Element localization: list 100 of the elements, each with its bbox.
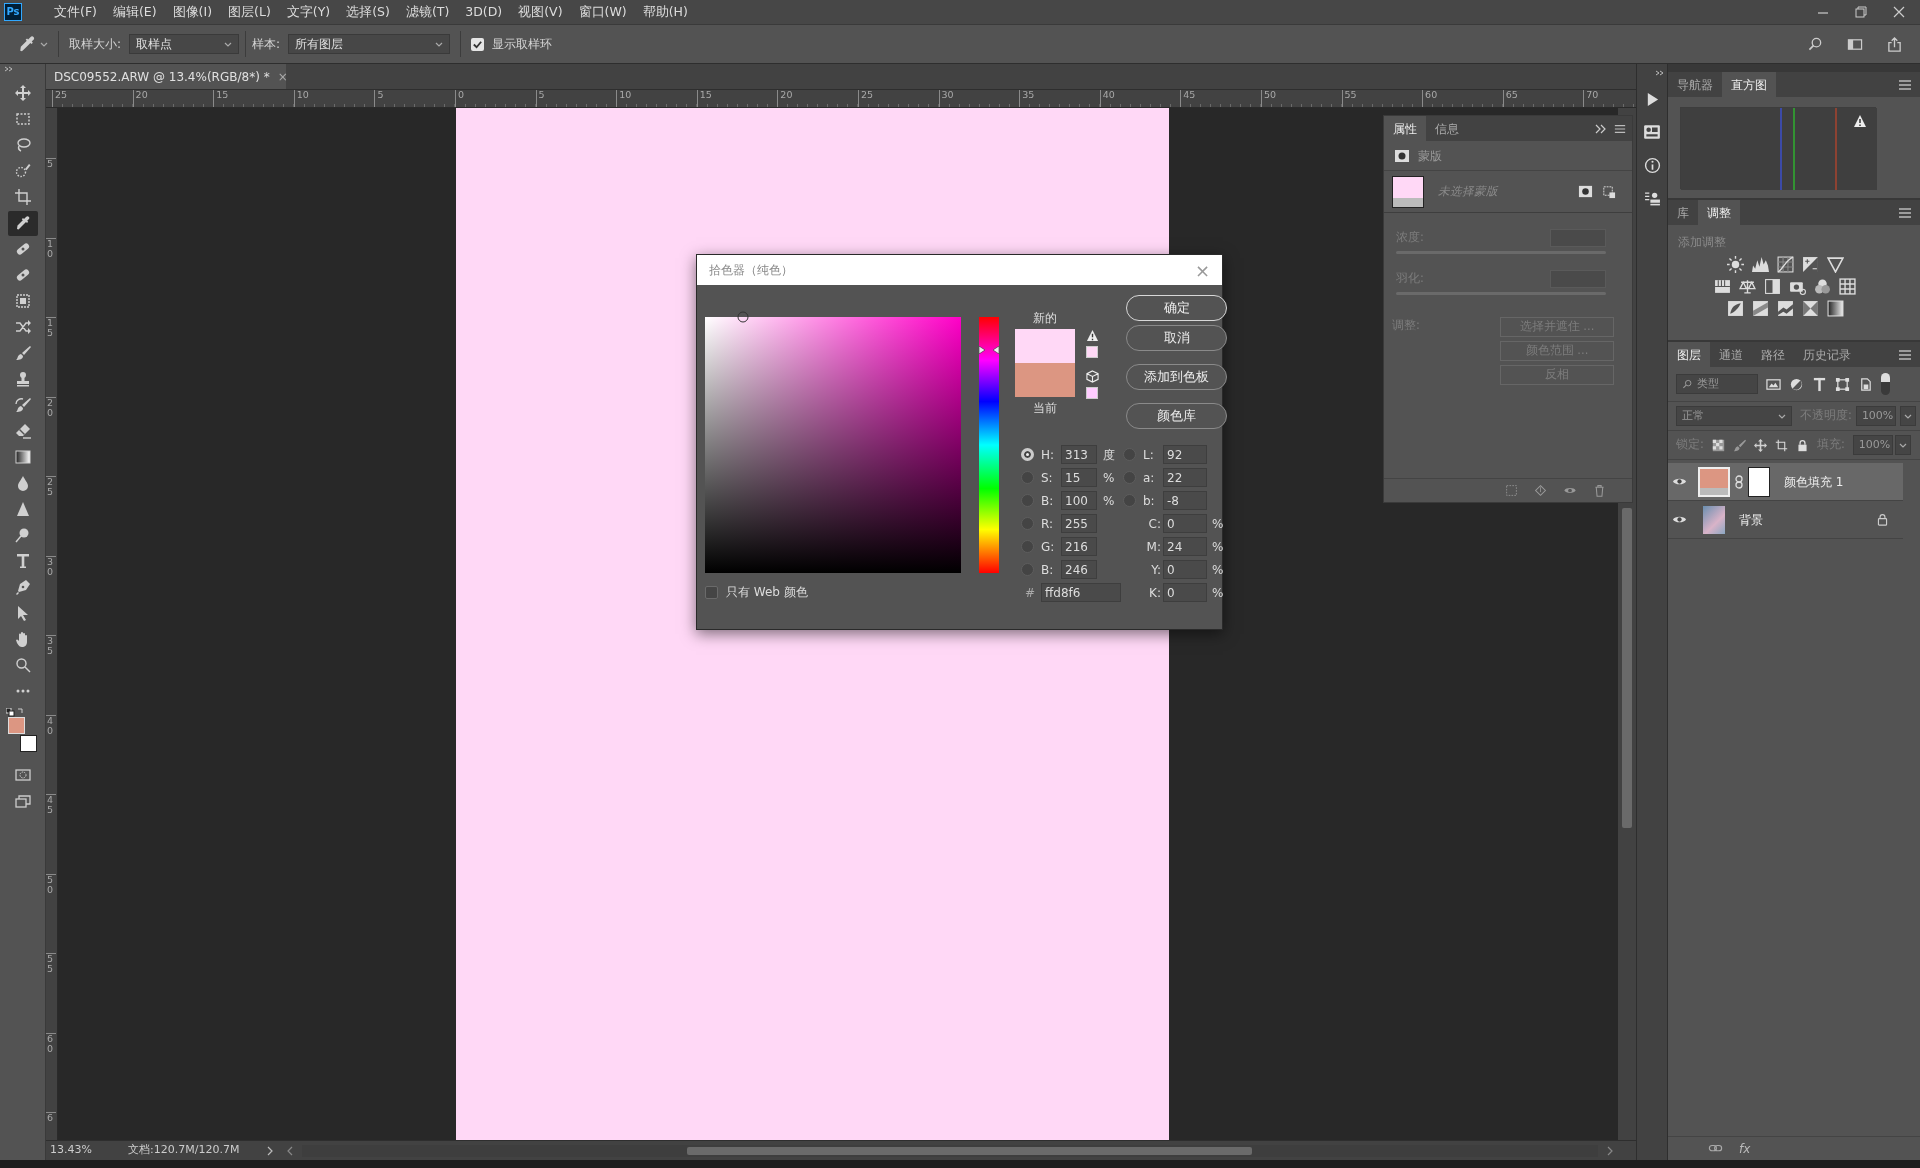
- menu-item[interactable]: 窗口(W): [570, 2, 635, 22]
- panel-tab[interactable]: 通道: [1710, 342, 1752, 367]
- panel-tab[interactable]: 信息: [1426, 116, 1468, 141]
- menu-item[interactable]: 文件(F): [46, 2, 105, 22]
- share-icon[interactable]: [1887, 36, 1902, 52]
- brightness-icon[interactable]: [1726, 256, 1744, 274]
- panel-menu-icon[interactable]: [1614, 122, 1626, 135]
- dialog-button[interactable]: 取消: [1126, 325, 1227, 351]
- menu-item[interactable]: 视图(V): [510, 2, 571, 22]
- value-field[interactable]: 15: [1061, 468, 1097, 487]
- gamut-color-swatch[interactable]: [1086, 346, 1098, 358]
- panel-menu-icon[interactable]: [1898, 205, 1912, 220]
- tab-close-button[interactable]: ×: [277, 67, 288, 86]
- trash-icon[interactable]: [1593, 484, 1606, 497]
- background-color-swatch[interactable]: [19, 735, 37, 752]
- adjustment-filter-icon[interactable]: [1789, 376, 1804, 392]
- web-color-swatch[interactable]: [1086, 387, 1098, 399]
- gradient-bars-icon[interactable]: [1714, 278, 1731, 296]
- menu-item[interactable]: 图像(I): [164, 2, 221, 22]
- value-field[interactable]: 24: [1163, 537, 1207, 556]
- info-icon[interactable]: [1643, 157, 1661, 174]
- panel-menu-icon[interactable]: [1898, 347, 1912, 362]
- tool-button[interactable]: [7, 210, 38, 236]
- value-field[interactable]: 0: [1163, 560, 1207, 579]
- image-filter-icon[interactable]: [1766, 376, 1781, 392]
- blend-mode-dropdown[interactable]: 正常: [1676, 406, 1792, 426]
- value-field[interactable]: 216: [1061, 537, 1097, 556]
- document-tab[interactable]: DSC09552.ARW @ 13.4%(RGB/8*) * ×: [46, 64, 286, 89]
- value-field[interactable]: 100: [1061, 491, 1097, 510]
- apply-mask-icon[interactable]: [1534, 484, 1547, 497]
- cube-icon[interactable]: [1085, 370, 1099, 383]
- menu-item[interactable]: 图层(L): [220, 2, 279, 22]
- dialog-button[interactable]: 添加到色板: [1126, 364, 1227, 390]
- exposure-icon[interactable]: [1801, 256, 1819, 274]
- tool-preset-picker[interactable]: [18, 35, 48, 53]
- collapse-icon[interactable]: [1595, 123, 1606, 134]
- link-icon[interactable]: [1735, 474, 1743, 489]
- horizontal-scrollbar[interactable]: [302, 1144, 1598, 1157]
- checkbox[interactable]: [705, 585, 718, 599]
- panel-tab[interactable]: 历史记录: [1794, 342, 1860, 367]
- panel-tab[interactable]: 属性: [1384, 116, 1426, 141]
- dialog-button[interactable]: 颜色库: [1126, 403, 1227, 429]
- shape-filter-icon[interactable]: [1835, 376, 1850, 392]
- menu-item[interactable]: 编辑(E): [104, 2, 165, 22]
- sample-dropdown[interactable]: 所有图层: [288, 34, 451, 54]
- workspace-icon[interactable]: [1847, 36, 1863, 52]
- value-field[interactable]: 0: [1163, 583, 1207, 602]
- grid-icon[interactable]: [1839, 278, 1856, 296]
- chevron-right-icon[interactable]: [1606, 1145, 1614, 1156]
- gradient-map-icon[interactable]: [1826, 300, 1844, 318]
- hex-field[interactable]: ffd8f6: [1041, 583, 1121, 602]
- hue-slider[interactable]: [979, 317, 999, 573]
- threshold-icon[interactable]: [1776, 300, 1794, 318]
- value-field[interactable]: 246: [1061, 560, 1097, 579]
- vector-mask-icon[interactable]: [1601, 184, 1616, 199]
- app-logo[interactable]: Ps: [4, 3, 22, 21]
- collapse-icon[interactable]: [1655, 70, 1664, 76]
- brush-icon[interactable]: [1732, 438, 1746, 452]
- value-field[interactable]: -8: [1163, 491, 1207, 510]
- circles-icon[interactable]: [1814, 278, 1831, 296]
- split-square-icon[interactable]: [1764, 278, 1781, 296]
- clone-source-icon[interactable]: [1643, 190, 1661, 207]
- curves-icon[interactable]: [1776, 256, 1794, 274]
- restore-icon[interactable]: [1854, 5, 1868, 19]
- panel-tab[interactable]: 调整: [1698, 200, 1740, 225]
- posterize-icon[interactable]: [1751, 300, 1769, 318]
- selective-color-icon[interactable]: [1801, 300, 1819, 318]
- lock-icon[interactable]: [1876, 513, 1889, 526]
- levels-icon[interactable]: [1751, 256, 1769, 274]
- menu-item[interactable]: 文字(Y): [278, 2, 339, 22]
- value-field[interactable]: 22: [1163, 468, 1207, 487]
- color-field[interactable]: [705, 317, 961, 573]
- lock-pixels-icon[interactable]: [1711, 438, 1725, 452]
- panel-tab[interactable]: 导航器: [1668, 72, 1722, 97]
- panel-menu-icon[interactable]: [1898, 77, 1912, 92]
- menu-item[interactable]: 帮助(H): [634, 2, 696, 22]
- panel-tab[interactable]: 库: [1668, 200, 1698, 225]
- menu-item[interactable]: 选择(S): [338, 2, 398, 22]
- smart-object-filter-icon[interactable]: [1858, 376, 1873, 392]
- balance-icon[interactable]: [1739, 278, 1756, 296]
- mask-icon[interactable]: [1578, 184, 1593, 199]
- swap-colors-icon[interactable]: [5, 708, 24, 717]
- value-field[interactable]: 0: [1163, 514, 1207, 533]
- sample-size-dropdown[interactable]: 取样点: [129, 34, 240, 54]
- value-field[interactable]: 92: [1163, 445, 1207, 464]
- menu-item[interactable]: 3D(D): [457, 2, 511, 22]
- chevron-left-icon[interactable]: [286, 1145, 294, 1156]
- close-icon[interactable]: [1892, 5, 1906, 19]
- type-filter-icon[interactable]: [1812, 376, 1827, 392]
- artboard-icon[interactable]: [1774, 438, 1788, 452]
- checkbox[interactable]: [471, 37, 485, 51]
- dialog-button[interactable]: 确定: [1126, 295, 1227, 321]
- lock-icon[interactable]: [1795, 438, 1809, 452]
- layer-filter-dropdown[interactable]: 类型: [1676, 374, 1758, 394]
- panel-icon[interactable]: [1643, 123, 1661, 141]
- slider-handle-icon[interactable]: [979, 346, 999, 355]
- panel-tab[interactable]: 图层: [1668, 342, 1710, 367]
- opacity-field[interactable]: 100%: [1855, 406, 1896, 426]
- layer-row[interactable]: 背景: [1668, 501, 1903, 539]
- invert-icon[interactable]: [1726, 300, 1744, 318]
